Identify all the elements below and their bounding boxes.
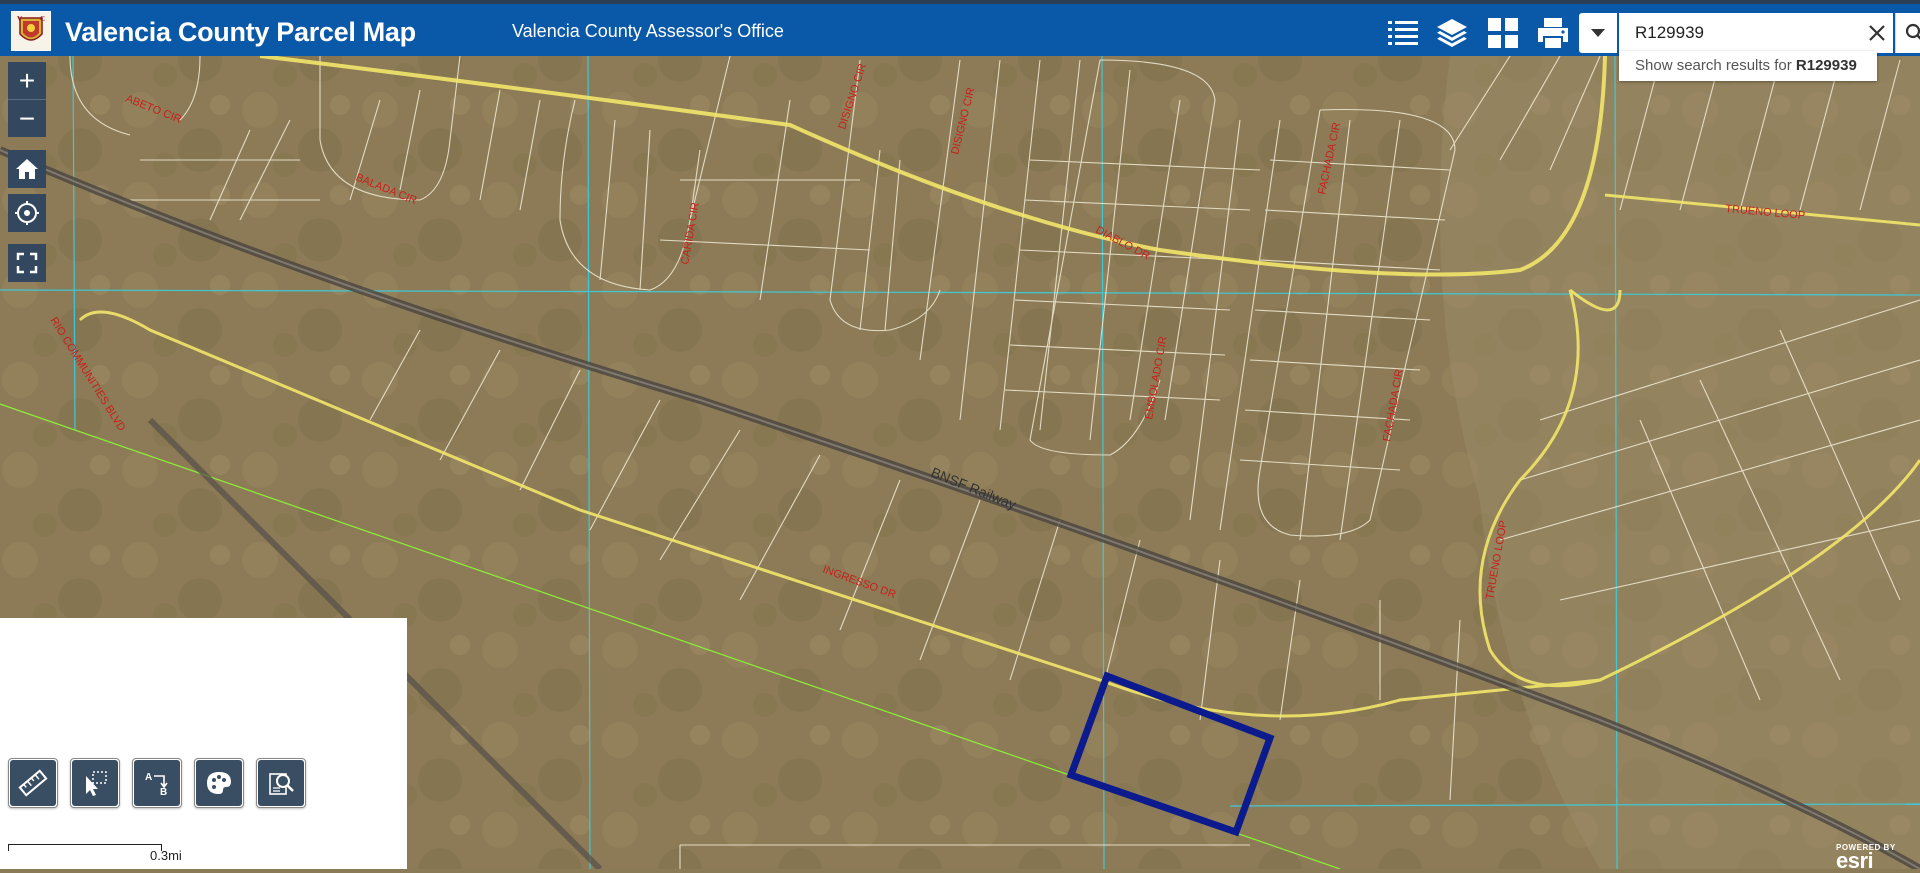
app-header: V C Valencia County Parcel Map Valencia … [0, 0, 1920, 56]
locate-button[interactable] [8, 194, 46, 232]
select-tool[interactable] [70, 758, 120, 808]
zoom-in-button[interactable]: + [8, 62, 46, 99]
svg-text:B: B [160, 787, 167, 798]
suggestion-prefix: Show search results for [1635, 57, 1796, 74]
directions-tool[interactable]: A B [132, 758, 182, 808]
zoom-controls: + − [8, 62, 46, 138]
search-box [1619, 13, 1893, 53]
fullscreen-button[interactable] [8, 244, 46, 282]
app-subtitle: Valencia County Assessor's Office [512, 21, 784, 42]
scale-bar [8, 844, 162, 851]
palette-icon [204, 768, 234, 798]
suggestion-term: R129939 [1796, 57, 1857, 74]
layers-button[interactable] [1432, 14, 1472, 52]
print-button[interactable] [1533, 14, 1573, 52]
esri-logo: esri [1836, 852, 1896, 870]
svg-text:V: V [17, 15, 22, 23]
scale-label: 0.3mi [150, 848, 182, 863]
home-button[interactable] [8, 150, 46, 188]
zoom-out-button[interactable]: − [8, 99, 46, 137]
grid-icon [1487, 17, 1519, 49]
a-to-b-icon: A B [142, 768, 172, 798]
legend-button[interactable] [1383, 14, 1423, 52]
tools-panel [0, 618, 407, 869]
app-title: Valencia County Parcel Map [65, 17, 416, 48]
basemap-button[interactable] [1483, 14, 1523, 52]
ruler-icon [18, 768, 48, 798]
search-source-dropdown[interactable] [1579, 13, 1617, 53]
home-icon [15, 158, 39, 180]
locate-icon [14, 200, 40, 226]
svg-text:A: A [145, 772, 152, 783]
clear-search-button[interactable] [1865, 21, 1889, 45]
select-cursor-icon [80, 768, 110, 798]
printer-icon [1536, 17, 1570, 49]
search-suggestion[interactable]: Show search results for R129939 [1619, 51, 1877, 81]
search-input[interactable] [1619, 13, 1849, 53]
search-icon [1905, 23, 1920, 43]
county-seal-logo: V C [11, 11, 51, 51]
search-button[interactable] [1895, 13, 1920, 53]
query-tool[interactable] [256, 758, 306, 808]
zoom-document-icon [266, 768, 296, 798]
svg-text:C: C [40, 15, 45, 23]
esri-attribution[interactable]: POWERED BY esri [1836, 843, 1896, 870]
caret-down-icon [1590, 28, 1606, 38]
list-icon [1386, 18, 1420, 48]
draw-tool[interactable] [194, 758, 244, 808]
layers-icon [1435, 17, 1469, 49]
measure-tool[interactable] [8, 758, 58, 808]
fullscreen-icon [16, 252, 38, 274]
close-icon [1868, 24, 1886, 42]
